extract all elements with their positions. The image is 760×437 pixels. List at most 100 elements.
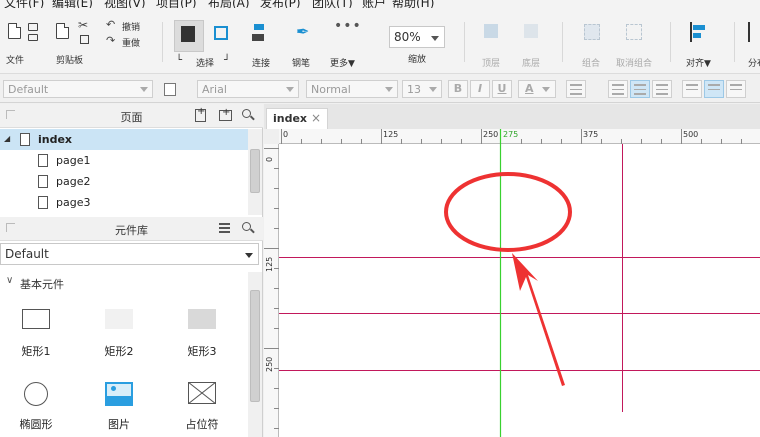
chevron-down-icon [286, 87, 294, 92]
italic-button[interactable]: I [470, 80, 490, 98]
font-weight-select[interactable]: Normal [306, 80, 398, 98]
distribute-label: 分布 [748, 59, 760, 69]
page-name: page1 [56, 154, 91, 167]
widget-placeholder[interactable]: 占位符 [172, 382, 232, 432]
library-select[interactable]: Default [0, 243, 259, 265]
style-select[interactable]: Default [3, 80, 153, 98]
page-tree-item[interactable]: page2 [0, 171, 248, 192]
widget-rectangle-2[interactable]: 矩形2 [89, 309, 149, 359]
menu-project[interactable]: 项目(P) [156, 0, 197, 8]
page-name-index: index [38, 133, 73, 146]
align-label: 对齐▼ [686, 59, 711, 69]
copy-icon [80, 35, 89, 44]
bottom-label: 底层 [522, 59, 541, 69]
redo-button[interactable]: 重做 [122, 36, 140, 49]
cut-icon: ✂ [78, 18, 89, 32]
page-tree-root[interactable]: ◢ index [0, 129, 248, 150]
save-icon [28, 23, 38, 31]
menu-icon[interactable] [219, 223, 230, 233]
open-icon [28, 34, 38, 41]
menu-layout[interactable]: 布局(A) [208, 0, 250, 8]
page-tree-item[interactable]: page3 [0, 192, 248, 213]
undo-redo-group: ↶ 撤销 ↷ 重做 [106, 18, 146, 52]
send-to-bottom-button[interactable]: 底层 [518, 20, 546, 69]
pen-icon: ✒ [296, 22, 310, 41]
pen-tool[interactable]: ✒ 钢笔 [290, 20, 320, 69]
design-canvas[interactable]: 0 125 250 275 375 500 0 125 250 [264, 129, 760, 437]
pages-scroll-thumb[interactable] [250, 149, 260, 193]
left-panel: 页面 + + ◢ index page1 page2 page3 元件库 Def… [0, 104, 263, 437]
chevron-down-icon [429, 87, 437, 92]
bring-to-top-button[interactable]: 顶层 [478, 20, 506, 69]
underline-button[interactable]: U [492, 80, 512, 98]
align-button[interactable]: 对齐▼ [684, 20, 718, 69]
chevron-down-icon [245, 253, 253, 258]
annotation-arrow [512, 253, 565, 386]
library-scroll-thumb[interactable] [250, 290, 260, 402]
library-section-header[interactable]: ∨ 基本元件 [0, 272, 248, 292]
align-text-right-button[interactable] [652, 80, 672, 98]
select-label: 选择 [196, 59, 215, 69]
menu-help[interactable]: 帮助(H) [392, 0, 434, 8]
clipboard-button[interactable]: ✂ 剪贴板 [52, 18, 96, 68]
widget-image[interactable]: 图片 [89, 382, 149, 432]
file-label: 文件 [6, 56, 25, 66]
page-icon [38, 196, 48, 209]
undo-button[interactable]: 撤销 [122, 20, 140, 33]
font-color-button[interactable]: A [518, 80, 556, 98]
add-folder-icon[interactable]: + [219, 107, 232, 121]
collapse-triangle-icon[interactable]: ◢ [4, 134, 10, 143]
bullet-list-button[interactable] [566, 80, 586, 98]
file-button[interactable]: 文件 [6, 20, 38, 68]
library-scrollbar[interactable] [248, 272, 262, 437]
add-page-icon[interactable]: + [195, 106, 206, 122]
align-text-center-button[interactable] [630, 80, 650, 98]
menu-file[interactable]: 文件(F) [4, 0, 44, 8]
valign-bottom-button[interactable] [726, 80, 746, 98]
zoom-label: 缩放 [408, 55, 427, 65]
bold-button[interactable]: B [448, 80, 468, 98]
rectangle-icon [22, 309, 50, 329]
more-tools[interactable]: ••• 更多▼ [330, 18, 364, 69]
zoom-select[interactable]: 80% [389, 26, 445, 48]
menu-view[interactable]: 视图(V) [104, 0, 146, 8]
chevron-down-icon [542, 87, 550, 92]
pages-panel-header: 页面 + + [0, 104, 263, 128]
valign-top-button[interactable] [682, 80, 702, 98]
connect-label: 连接 [252, 59, 271, 69]
font-size-select[interactable]: 13 [402, 80, 442, 98]
valign-middle-button[interactable] [704, 80, 724, 98]
redo-icon: ↷ [106, 34, 116, 47]
page-icon [20, 133, 30, 146]
top-layer-icon [484, 24, 498, 38]
select-tool[interactable]: └ 选择 ┘ [172, 20, 234, 69]
ungroup-button[interactable]: 取消组合 [614, 20, 658, 69]
menu-bar: 文件(F) 编辑(E) 视图(V) 项目(P) 布局(A) 发布(P) 团队(T… [0, 0, 760, 8]
menu-edit[interactable]: 编辑(E) [52, 0, 93, 8]
new-file-icon [8, 23, 21, 39]
tab-index[interactable]: index × [266, 108, 328, 129]
pages-scrollbar[interactable] [248, 129, 262, 215]
undo-icon: ↶ [106, 18, 116, 31]
select-contain-icon [214, 26, 228, 40]
style-edit-icon[interactable] [164, 83, 176, 96]
select-intersect-icon [181, 26, 195, 42]
align-text-left-button[interactable] [608, 80, 628, 98]
menu-team[interactable]: 团队(T) [312, 0, 353, 8]
group-button[interactable]: 组合 [578, 20, 606, 69]
library-section-title: 基本元件 [20, 278, 64, 291]
page-name: page3 [56, 196, 91, 209]
group-label: 组合 [582, 59, 601, 69]
distribute-button[interactable]: 分布 [746, 20, 760, 69]
close-icon[interactable]: × [311, 111, 321, 125]
menu-publish[interactable]: 发布(P) [260, 0, 301, 8]
chevron-down-icon: ∨ [6, 275, 14, 286]
page-tree-item[interactable]: page1 [0, 150, 248, 171]
menu-account[interactable]: 账户 [362, 0, 386, 8]
connect-tool[interactable]: 连接 [248, 20, 278, 69]
widget-rectangle-1[interactable]: 矩形1 [6, 309, 66, 359]
font-select[interactable]: Arial [197, 80, 299, 98]
widget-rectangle-3[interactable]: 矩形3 [172, 309, 232, 359]
widget-ellipse[interactable]: 椭圆形 [6, 382, 66, 432]
library-panel-header: 元件库 [0, 217, 263, 241]
